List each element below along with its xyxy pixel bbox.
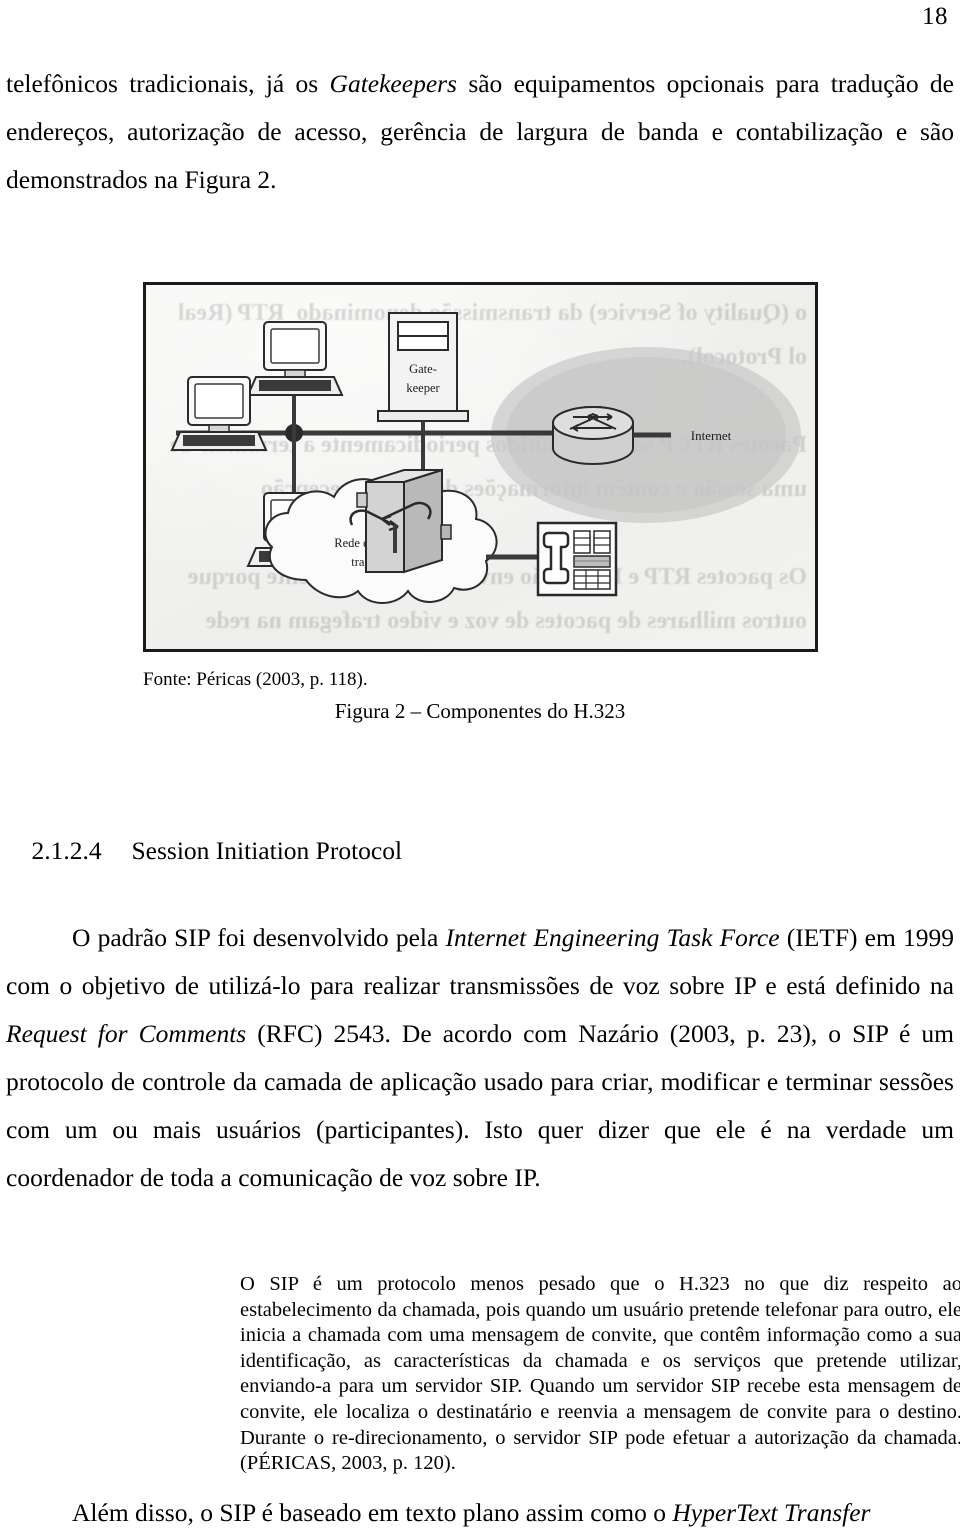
page-number: 18: [922, 3, 948, 30]
gatekeeper-label-line2: keeper: [406, 381, 440, 395]
quotation-text: O SIP é um protocolo menos pesado que o …: [240, 1273, 960, 1449]
gateway-icon: [349, 468, 452, 574]
intro-text-part1: telefônicos tradicionais, já os: [6, 69, 330, 98]
telephone-icon: [536, 521, 618, 597]
figure-caption: Figura 2 – Componentes do H.323: [334, 699, 626, 723]
gatekeeper-label-line1: Gate-: [409, 362, 437, 376]
figure-2: o (Quality of Service) da transmissão de…: [143, 282, 818, 652]
figure-source: Fonte: Péricas (2003, p. 118).: [143, 669, 368, 690]
quotation-citation: (PÉRICAS, 2003, p. 120).: [240, 1452, 456, 1475]
section-number: 2.1.2.4: [31, 836, 102, 865]
gatekeeper-icon: Gate- keeper: [377, 312, 469, 422]
network-diagram: Internet Gate- keeper Rede: [170, 312, 801, 604]
section-title: Session Initiation Protocol: [131, 836, 403, 865]
internet-label: Internet: [691, 428, 732, 443]
section-heading: 2.1.2.4 Session Initiation Protocol: [6, 803, 403, 899]
intro-italic-gatekeepers: Gatekeepers: [329, 69, 457, 98]
computer-icon-top: [246, 321, 344, 396]
intro-paragraph: telefônicos tradicionais, já os Gatekeep…: [6, 60, 954, 204]
document-page: 18 telefônicos tradicionais, já os Gatek…: [0, 0, 960, 1527]
sip-italic-rfc: Request for Comments: [6, 1019, 247, 1048]
sip-text-part1: O padrão SIP foi desenvolvido pela: [72, 923, 446, 952]
router-icon: [552, 406, 634, 465]
figure-frame: o (Quality of Service) da transmissão de…: [143, 282, 818, 652]
block-quotation: O SIP é um protocolo menos pesado que o …: [240, 1272, 960, 1477]
final-paragraph: Além disso, o SIP é baseado em texto pla…: [6, 1489, 954, 1537]
sip-paragraph: O padrão SIP foi desenvolvido pela Inter…: [6, 914, 954, 1202]
sip-italic-ietf: Internet Engineering Task Force: [445, 923, 780, 952]
